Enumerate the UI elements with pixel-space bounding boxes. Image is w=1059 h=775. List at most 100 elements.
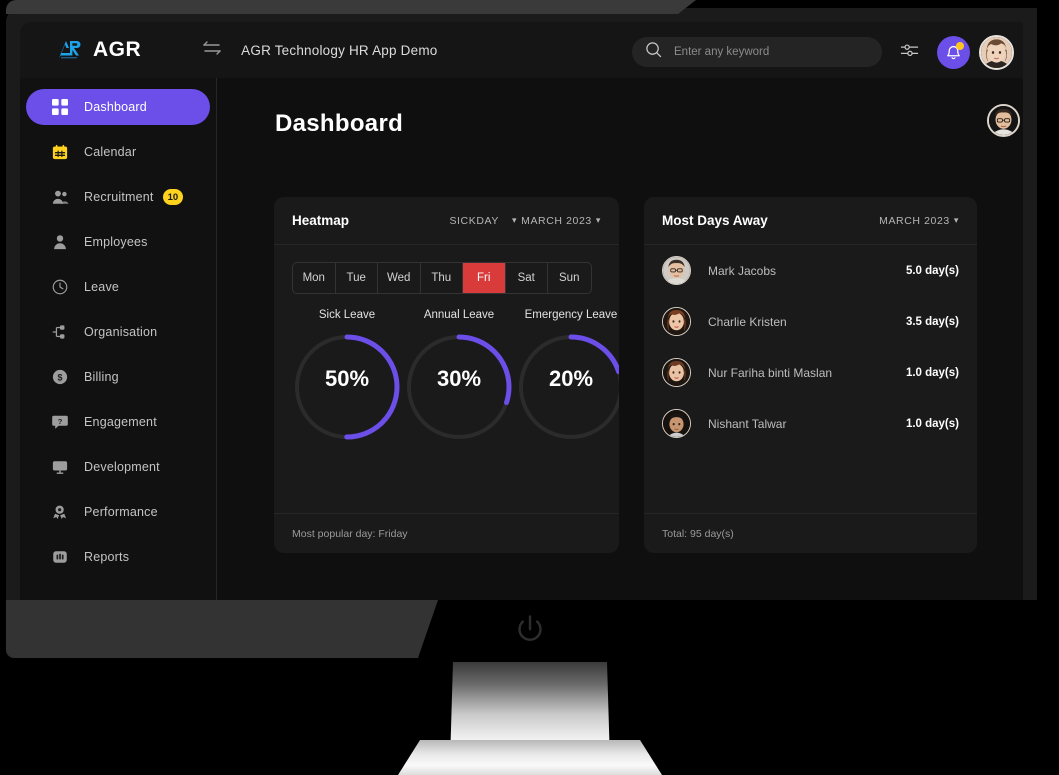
brand-logo[interactable]: AGR <box>56 37 141 63</box>
away-person-days: 5.0 day(s) <box>905 264 959 277</box>
avatar <box>662 358 691 387</box>
sidebar-item-label: Calendar <box>84 145 137 159</box>
away-card-title: Most Days Away <box>662 213 768 228</box>
sidebar-item-label: Organisation <box>84 325 158 339</box>
sidebar-item-reports[interactable]: Reports <box>26 539 200 575</box>
agr-logo-icon <box>56 37 82 63</box>
avatar <box>662 256 691 285</box>
day-selector: Mon Tue Wed Thu Fri Sat Sun <box>292 262 592 294</box>
monitor-frame: AGR AGR Technology HR App Demo Enter any… <box>0 0 1059 775</box>
award-person-icon <box>50 502 70 522</box>
avatar <box>662 307 691 336</box>
sidebar-item-calendar[interactable]: Calendar <box>26 134 200 170</box>
monitor-chin-left-panel <box>6 600 438 658</box>
sidebar-item-billing[interactable]: $ Billing <box>26 359 200 395</box>
chat-question-icon: ? <box>50 412 70 432</box>
list-item[interactable]: Nishant Talwar 1.0 day(s) <box>644 398 977 449</box>
leave-donut-chart-group: Sick Leave 50% Annual Leave 30% Emergenc… <box>291 309 619 448</box>
away-person-name: Nur Fariha binti Maslan <box>708 365 833 380</box>
power-icon[interactable] <box>512 612 548 648</box>
donut-label: Annual Leave <box>423 309 495 321</box>
sliders-icon[interactable] <box>900 42 919 63</box>
donut-sick-leave: Sick Leave 50% <box>291 309 403 448</box>
sidebar-item-label: Leave <box>84 280 120 294</box>
org-chart-icon <box>50 322 70 342</box>
search-box[interactable] <box>632 37 882 67</box>
search-input[interactable] <box>674 46 854 58</box>
sidebar-item-development[interactable]: Development <box>26 449 200 485</box>
sidebar-item-label: Development <box>84 460 160 474</box>
sidebar-item-performance[interactable]: Performance <box>26 494 200 530</box>
sidebar-item-engagement[interactable]: ? Engagement <box>26 404 200 440</box>
away-person-days: 3.5 day(s) <box>905 315 959 328</box>
sidebar-item-label: Employees <box>84 235 148 249</box>
floating-user-avatar[interactable] <box>987 104 1020 137</box>
users-icon <box>50 187 70 207</box>
sidebar-item-recruitment[interactable]: Recruitment 10 <box>26 179 200 215</box>
heatmap-card-footer: Most popular day: Friday <box>274 513 619 553</box>
away-month-filter-value: MARCH 2023 <box>879 214 950 227</box>
sidebar-item-label: Engagement <box>84 415 157 429</box>
monitor-top-band <box>6 0 696 14</box>
donut-label: Sick Leave <box>318 309 376 321</box>
main-content: Dashboard Heatmap SICKDAY ▾ MARCH 2023 ▾ <box>217 78 1023 600</box>
notification-unread-dot <box>956 42 964 50</box>
day-cell-mon[interactable]: Mon <box>293 263 336 293</box>
day-cell-sun[interactable]: Sun <box>548 263 591 293</box>
day-cell-sat[interactable]: Sat <box>506 263 548 293</box>
away-card-header: Most Days Away MARCH 2023 ▾ <box>644 197 977 245</box>
svg-text:$: $ <box>58 373 63 383</box>
away-month-filter[interactable]: MARCH 2023 ▾ <box>879 215 959 227</box>
day-cell-tue[interactable]: Tue <box>336 263 378 293</box>
donut-label: Emergency Leave <box>524 309 618 321</box>
svg-text:?: ? <box>58 417 63 426</box>
search-icon <box>645 41 662 63</box>
donut-percent: 50% <box>324 366 370 391</box>
clock-icon <box>50 277 70 297</box>
day-cell-fri[interactable]: Fri <box>463 263 506 293</box>
away-person-days: 1.0 day(s) <box>905 417 959 430</box>
heatmap-month-filter-value: MARCH 2023 <box>521 214 592 227</box>
header-subtitle: AGR Technology HR App Demo <box>241 42 438 58</box>
list-item[interactable]: Charlie Kristen 3.5 day(s) <box>644 296 977 347</box>
calendar-icon <box>50 142 70 162</box>
donut-percent: 20% <box>548 366 594 391</box>
app-header: AGR AGR Technology HR App Demo <box>20 22 1023 78</box>
chevron-down-icon: ▾ <box>953 215 959 225</box>
away-person-days: 1.0 day(s) <box>905 366 959 379</box>
sidebar-item-label: Billing <box>84 370 119 384</box>
heatmap-month-filter[interactable]: ▾ MARCH 2023 ▾ <box>512 215 601 227</box>
donut-percent: 30% <box>436 366 482 391</box>
sidebar-item-label: Reports <box>84 550 130 564</box>
away-card-footer: Total: 95 day(s) <box>644 513 977 553</box>
brand-name: AGR <box>93 38 142 61</box>
heatmap-type-filter[interactable]: SICKDAY <box>449 215 499 227</box>
sidebar-item-employees[interactable]: Employees <box>26 224 200 260</box>
heatmap-card-title: Heatmap <box>292 213 350 228</box>
notification-bell-button[interactable] <box>937 36 970 69</box>
page-title: Dashboard <box>275 110 404 137</box>
day-cell-thu[interactable]: Thu <box>421 263 463 293</box>
day-cell-wed[interactable]: Wed <box>378 263 421 293</box>
heatmap-card-header: Heatmap SICKDAY ▾ MARCH 2023 ▾ <box>274 197 619 245</box>
sidebar-item-organisation[interactable]: Organisation <box>26 314 200 350</box>
heatmap-type-filter-value: SICKDAY <box>449 214 499 227</box>
recruitment-count-badge: 10 <box>162 189 184 205</box>
sidebar-item-leave[interactable]: Leave <box>26 269 200 305</box>
sidebar-item-label: Performance <box>84 505 158 519</box>
monitor-icon <box>50 457 70 477</box>
sidebar-item-label: Recruitment <box>84 190 154 204</box>
heatmap-card: Heatmap SICKDAY ▾ MARCH 2023 ▾ Mon Tue W… <box>274 197 619 553</box>
chevron-down-icon: ▾ <box>511 215 518 225</box>
header-user-avatar[interactable] <box>979 35 1014 70</box>
list-item[interactable]: Nur Fariha binti Maslan 1.0 day(s) <box>644 347 977 398</box>
sidebar-item-dashboard[interactable]: Dashboard <box>26 89 210 125</box>
monitor-stand-base <box>398 740 662 775</box>
list-item[interactable]: Mark Jacobs 5.0 day(s) <box>644 245 977 296</box>
donut-annual-leave: Annual Leave 30% <box>403 309 515 448</box>
chevron-down-icon: ▾ <box>595 215 601 225</box>
swap-arrows-icon[interactable] <box>201 40 223 61</box>
avatar <box>662 409 691 438</box>
away-person-name: Nishant Talwar <box>708 416 787 431</box>
away-person-name: Mark Jacobs <box>708 263 777 278</box>
